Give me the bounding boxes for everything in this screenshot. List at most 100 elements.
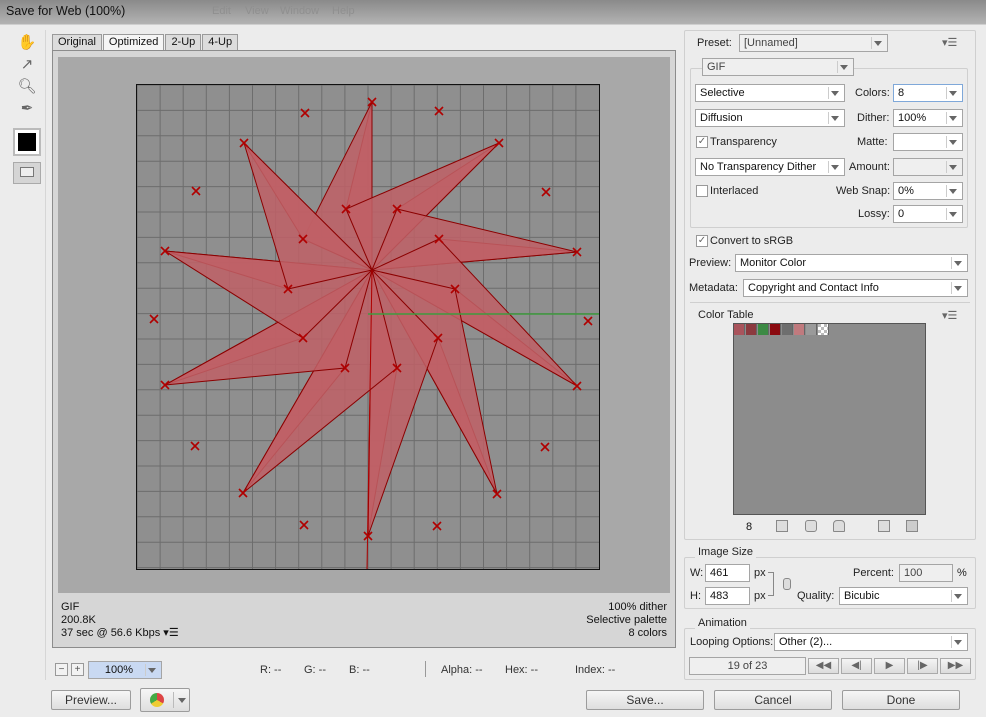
colors-label: Colors: bbox=[855, 87, 890, 99]
color-table[interactable] bbox=[733, 323, 926, 515]
tab-2-up[interactable]: 2-Up bbox=[165, 34, 202, 50]
color-reduction-select[interactable]: Selective bbox=[695, 84, 845, 102]
amount-label: Amount: bbox=[849, 161, 890, 173]
preview-label: Preview: bbox=[689, 257, 732, 269]
amount-input[interactable] bbox=[893, 158, 963, 176]
animation-title: Animation bbox=[695, 617, 750, 629]
image-size-title: Image Size bbox=[695, 546, 757, 558]
window-title: Save for Web (100%) bbox=[6, 4, 126, 18]
quality-label: Quality: bbox=[797, 590, 835, 602]
preview-in-browser-button[interactable]: Preview... bbox=[51, 690, 131, 710]
transparency-dither-select[interactable]: No Transparency Dither bbox=[695, 158, 845, 176]
tab-optimized[interactable]: Optimized bbox=[102, 34, 165, 50]
divider bbox=[690, 302, 970, 303]
height-input[interactable]: 483 bbox=[705, 587, 750, 605]
height-label: H: bbox=[690, 590, 701, 602]
preview-image[interactable] bbox=[136, 84, 600, 570]
width-label: W: bbox=[690, 567, 704, 579]
convert-srgb-checkbox[interactable]: ✓ bbox=[696, 235, 708, 247]
next-frame-button[interactable]: |▶ bbox=[907, 658, 938, 674]
play-button[interactable]: ▶ bbox=[874, 658, 905, 674]
transparency-checkbox[interactable]: ✓ bbox=[696, 136, 708, 148]
dither-algorithm-select[interactable]: Diffusion bbox=[695, 109, 845, 127]
browser-select-button[interactable] bbox=[140, 688, 190, 712]
ghost-menu-window: Window bbox=[280, 5, 320, 17]
preview-color-select[interactable]: Monitor Color bbox=[735, 254, 968, 272]
web-snap-label: Web Snap: bbox=[836, 185, 891, 197]
frame-counter: 19 of 23 bbox=[689, 657, 806, 675]
web-shift-icon[interactable] bbox=[805, 520, 817, 532]
zoom-level-select[interactable]: 100% bbox=[88, 661, 162, 679]
zoom-in-button[interactable]: + bbox=[71, 663, 84, 676]
first-frame-button[interactable]: ◀◀ bbox=[808, 658, 839, 674]
map-transparent-icon[interactable] bbox=[776, 520, 788, 532]
readout-r: R: -- bbox=[260, 664, 282, 676]
optimized-info-right: 100% dither Selective palette 8 colors bbox=[586, 601, 667, 640]
colors-input[interactable]: 8 bbox=[893, 84, 963, 102]
color-swatch[interactable] bbox=[734, 324, 745, 335]
preset-label: Preset: bbox=[697, 37, 732, 49]
dither-label: Dither: bbox=[857, 112, 890, 124]
ghost-menu-help: Help bbox=[332, 5, 355, 17]
width-input[interactable]: 461 bbox=[705, 564, 750, 582]
ghost-menu-view: View bbox=[245, 5, 269, 17]
eyedropper-color-swatch[interactable] bbox=[13, 128, 41, 156]
info-size: 200.8K bbox=[61, 614, 96, 626]
color-swatch[interactable] bbox=[782, 324, 793, 335]
link-icon[interactable] bbox=[783, 578, 791, 590]
readout-alpha: Alpha: -- bbox=[441, 664, 483, 676]
ghost-menu-edit: Edit bbox=[212, 5, 231, 17]
web-snap-input[interactable]: 0% bbox=[893, 182, 963, 200]
new-color-icon[interactable] bbox=[878, 520, 890, 532]
info-format: GIF bbox=[61, 601, 80, 613]
save-button[interactable]: Save... bbox=[586, 690, 704, 710]
cancel-button[interactable]: Cancel bbox=[714, 690, 832, 710]
menu-icon[interactable]: ▾☰ bbox=[163, 627, 178, 639]
format-select[interactable]: GIF bbox=[702, 58, 854, 76]
color-swatch[interactable] bbox=[818, 324, 829, 335]
percent-input[interactable]: 100 bbox=[899, 564, 953, 582]
looping-select[interactable]: Other (2)... bbox=[774, 633, 968, 651]
quality-select[interactable]: Bicubic bbox=[839, 587, 968, 605]
title-bar: Save for Web (100%) Edit View Window Hel… bbox=[0, 0, 986, 24]
constrain-bracket bbox=[768, 572, 774, 596]
interlaced-label: Interlaced bbox=[710, 185, 759, 197]
readout-index: Index: -- bbox=[575, 664, 616, 676]
lossy-input[interactable]: 0 bbox=[893, 205, 963, 223]
optimize-menu-icon[interactable]: ▾☰ bbox=[942, 36, 957, 49]
trash-icon[interactable] bbox=[906, 520, 918, 532]
info-download-time[interactable]: 37 sec @ 56.6 Kbps ▾☰ bbox=[61, 627, 179, 640]
tab-original[interactable]: Original bbox=[52, 34, 102, 50]
interlaced-checkbox[interactable] bbox=[696, 185, 708, 197]
hand-icon[interactable]: ✋ bbox=[16, 32, 38, 52]
tab-4-up[interactable]: 4-Up bbox=[202, 34, 239, 50]
dither-input[interactable]: 100% bbox=[893, 109, 963, 127]
lock-color-icon[interactable] bbox=[833, 520, 845, 532]
canvas-area[interactable] bbox=[58, 57, 670, 593]
height-unit: px bbox=[754, 590, 766, 602]
color-swatch[interactable] bbox=[758, 324, 769, 335]
color-swatch[interactable] bbox=[770, 324, 781, 335]
metadata-label: Metadata: bbox=[689, 282, 738, 294]
zoom-out-button[interactable]: − bbox=[55, 663, 68, 676]
color-swatch[interactable] bbox=[794, 324, 805, 335]
last-frame-button[interactable]: ▶▶ bbox=[940, 658, 971, 674]
color-swatch[interactable] bbox=[746, 324, 757, 335]
matte-select[interactable] bbox=[893, 133, 963, 151]
info-colors: 8 colors bbox=[628, 627, 667, 639]
info-dither: 100% dither bbox=[608, 601, 667, 613]
zoom-icon[interactable]: 🔍︎ bbox=[16, 76, 38, 96]
color-table-menu-icon[interactable]: ▾☰ bbox=[942, 309, 957, 322]
star-artwork bbox=[136, 84, 599, 570]
preset-select[interactable]: [Unnamed] bbox=[739, 34, 888, 52]
color-swatch[interactable] bbox=[806, 324, 817, 335]
done-button[interactable]: Done bbox=[842, 690, 960, 710]
metadata-select[interactable]: Copyright and Contact Info bbox=[743, 279, 968, 297]
eyedropper-icon[interactable]: ✒ bbox=[16, 98, 38, 118]
color-count: 8 bbox=[746, 521, 753, 533]
slice-select-icon[interactable]: ↗ bbox=[16, 54, 38, 74]
width-unit: px bbox=[754, 567, 766, 579]
previous-frame-button[interactable]: ◀| bbox=[841, 658, 872, 674]
readout-hex: Hex: -- bbox=[505, 664, 538, 676]
toggle-slices-button[interactable] bbox=[13, 162, 41, 184]
